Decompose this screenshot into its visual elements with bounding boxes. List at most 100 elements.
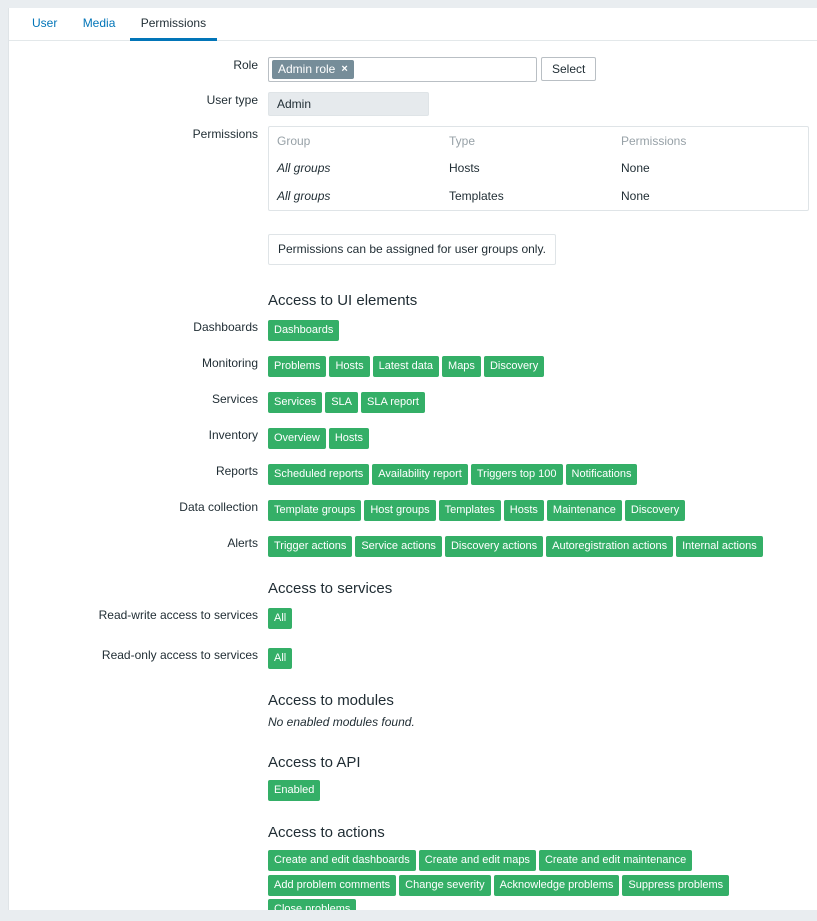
status-badge: Trigger actions bbox=[268, 536, 353, 557]
read-only-services-row: Read-only access to services All bbox=[9, 647, 817, 669]
role-chip-label: Admin role bbox=[278, 62, 336, 76]
status-badge: Host groups bbox=[364, 500, 436, 521]
status-badge: All bbox=[268, 608, 293, 629]
badge-list: Services SLA SLA report bbox=[268, 391, 817, 413]
ui-group-label: Reports bbox=[215, 464, 258, 478]
tab-media[interactable]: Media bbox=[72, 9, 127, 40]
tab-permissions[interactable]: Permissions bbox=[129, 9, 218, 41]
permissions-field: Group Type Permissions All groups Hosts … bbox=[268, 126, 817, 265]
role-select-button[interactable]: Select bbox=[541, 57, 597, 81]
status-badge: Triggers top 100 bbox=[470, 464, 563, 485]
badge-list: Create and edit dashboards Create and ed… bbox=[268, 849, 817, 871]
badge-list: Add problem comments Change severity Ack… bbox=[268, 874, 817, 910]
badge-list: Overview Hosts bbox=[268, 427, 817, 449]
status-badge: Enabled bbox=[268, 780, 321, 801]
status-badge: Hosts bbox=[503, 500, 544, 521]
role-label: Role bbox=[233, 58, 258, 72]
ui-elements-heading-row: Access to UI elements bbox=[9, 291, 817, 311]
role-row: Role Admin role × Select bbox=[9, 53, 817, 82]
services-access-heading: Access to services bbox=[268, 580, 393, 597]
badge-list: All bbox=[268, 607, 817, 629]
cell-permission: None bbox=[621, 161, 650, 175]
actions-badges-row-1: Create and edit dashboards Create and ed… bbox=[9, 849, 817, 871]
ui-group-reports: Reports Scheduled reports Availability r… bbox=[9, 463, 817, 485]
actions-access-heading: Access to actions bbox=[268, 824, 385, 841]
tab-user[interactable]: User bbox=[21, 9, 68, 40]
api-badges-row: Enabled bbox=[9, 779, 817, 801]
close-icon[interactable]: × bbox=[341, 63, 347, 75]
status-badge: Maintenance bbox=[546, 500, 622, 521]
ui-group-alerts: Alerts Trigger actions Service actions D… bbox=[9, 535, 817, 557]
status-badge: Hosts bbox=[328, 428, 369, 449]
status-badge: Template groups bbox=[268, 500, 362, 521]
api-heading-row: Access to API bbox=[9, 753, 817, 773]
status-badge: Discovery bbox=[624, 500, 686, 521]
status-badge: Create and edit maintenance bbox=[538, 850, 693, 871]
tab-bar: User Media Permissions bbox=[9, 8, 817, 41]
status-badge: Create and edit maps bbox=[418, 850, 536, 871]
ui-group-label: Services bbox=[211, 392, 258, 406]
status-badge: Templates bbox=[438, 500, 501, 521]
badge-list: Dashboards bbox=[268, 319, 817, 341]
permissions-note: Permissions can be assigned for user gro… bbox=[268, 234, 556, 265]
ui-group-data-collection: Data collection Template groups Host gro… bbox=[9, 499, 817, 521]
services-heading-row: Access to services bbox=[9, 579, 817, 599]
status-badge: Maps bbox=[442, 356, 481, 377]
ui-elements-heading: Access to UI elements bbox=[268, 292, 418, 309]
status-badge: Services bbox=[268, 392, 323, 413]
ui-group-dashboards: Dashboards Dashboards bbox=[9, 319, 817, 341]
table-header-row: Group Type Permissions bbox=[269, 127, 808, 154]
status-badge: Internal actions bbox=[676, 536, 763, 557]
user-type-row: User type Admin bbox=[9, 92, 817, 116]
modules-empty-message: No enabled modules found. bbox=[268, 715, 415, 729]
status-badge: Autoregistration actions bbox=[546, 536, 674, 557]
role-field: Admin role × Select bbox=[268, 57, 817, 82]
status-badge: Discovery actions bbox=[444, 536, 544, 557]
status-badge: Availability report bbox=[372, 464, 468, 485]
status-badge: Create and edit dashboards bbox=[268, 850, 416, 871]
column-header-permissions: Permissions bbox=[621, 134, 687, 148]
read-write-services-label: Read-write access to services bbox=[98, 608, 258, 622]
modules-access-heading: Access to modules bbox=[268, 692, 394, 709]
ui-group-label: Monitoring bbox=[201, 356, 258, 370]
ui-group-inventory: Inventory Overview Hosts bbox=[9, 427, 817, 449]
status-badge: Hosts bbox=[329, 356, 370, 377]
role-chip: Admin role × bbox=[272, 60, 354, 79]
status-badge: Close problems bbox=[268, 899, 357, 910]
ui-group-services: Services Services SLA SLA report bbox=[9, 391, 817, 413]
status-badge: Change severity bbox=[399, 875, 491, 896]
column-header-group: Group bbox=[277, 134, 311, 148]
table-row: All groups Templates None bbox=[269, 182, 808, 210]
status-badge: Scheduled reports bbox=[268, 464, 370, 485]
permissions-table: Group Type Permissions All groups Hosts … bbox=[268, 126, 809, 211]
status-badge: Service actions bbox=[355, 536, 442, 557]
user-type-value: Admin bbox=[268, 92, 429, 116]
cell-group: All groups bbox=[277, 189, 331, 203]
permissions-label: Permissions bbox=[192, 127, 258, 141]
ui-group-label: Inventory bbox=[208, 428, 258, 442]
status-badge: Discovery bbox=[483, 356, 545, 377]
read-only-services-label: Read-only access to services bbox=[101, 648, 258, 662]
badge-list: Enabled bbox=[268, 779, 817, 801]
permissions-row: Permissions Group Type Permissions All g… bbox=[9, 126, 817, 265]
cell-type: Templates bbox=[449, 189, 504, 203]
ui-group-label: Alerts bbox=[227, 536, 258, 550]
table-row: All groups Hosts None bbox=[269, 154, 808, 182]
badge-list: Scheduled reports Availability report Tr… bbox=[268, 463, 817, 485]
status-badge: SLA bbox=[325, 392, 358, 413]
status-badge: SLA report bbox=[360, 392, 425, 413]
status-badge: Acknowledge problems bbox=[493, 875, 620, 896]
permissions-form: Role Admin role × Select User type Admin bbox=[9, 41, 817, 910]
modules-heading-row: Access to modules bbox=[9, 691, 817, 711]
api-access-heading: Access to API bbox=[268, 754, 361, 771]
status-badge: Problems bbox=[268, 356, 327, 377]
column-header-type: Type bbox=[449, 134, 476, 148]
status-badge: Suppress problems bbox=[622, 875, 730, 896]
role-multiselect[interactable]: Admin role × bbox=[268, 57, 537, 82]
ui-group-label: Data collection bbox=[179, 500, 258, 514]
badge-list: All bbox=[268, 647, 817, 669]
read-write-services-row: Read-write access to services All bbox=[9, 607, 817, 629]
ui-group-label: Dashboards bbox=[193, 320, 258, 334]
cell-type: Hosts bbox=[449, 161, 480, 175]
cell-group: All groups bbox=[277, 161, 331, 175]
